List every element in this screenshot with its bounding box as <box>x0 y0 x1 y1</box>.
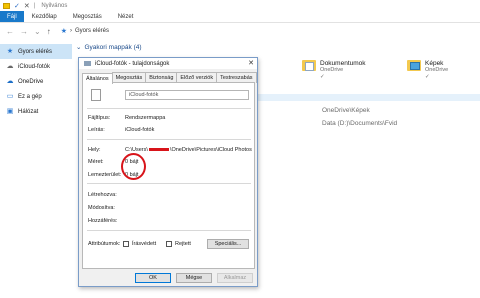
title-bar: ✓ ✕ | Nyilvános <box>0 0 480 11</box>
back-arrow-icon[interactable]: ← <box>6 27 14 36</box>
tab-share[interactable]: Megosztás <box>65 11 110 22</box>
onedrive-icon: ☁ <box>6 77 14 85</box>
accessed-label: Hozzáférés: <box>88 218 118 224</box>
tile-location: OneDrive <box>425 67 449 73</box>
up-arrow-icon[interactable]: ↑ <box>47 27 51 36</box>
window-title: Nyilvános <box>41 2 68 9</box>
hidden-label: Rejtett <box>175 241 191 247</box>
close-icon[interactable]: ✕ <box>248 59 254 67</box>
divider <box>87 108 251 109</box>
computer-icon: ▭ <box>6 92 14 100</box>
folder-name-field[interactable]: iCloud-fotók <box>125 90 249 100</box>
navigation-pane: ★ Gyors elérés ☁ iCloud-fotók ☁ OneDrive… <box>0 44 72 298</box>
hidden-checkbox[interactable] <box>166 241 172 247</box>
pin-icon: ✓ <box>320 74 325 80</box>
created-label: Létrehozva: <box>88 192 117 198</box>
sidebar-item-quick-access[interactable]: ★ Gyors elérés <box>0 44 72 59</box>
redaction-mark <box>148 148 169 152</box>
forward-arrow-icon[interactable]: → <box>20 27 28 36</box>
network-icon: ▣ <box>6 107 14 115</box>
dialog-title: iCloud-fotók - tulajdonságok <box>95 60 170 67</box>
sidebar-item-label: Ez a gép <box>18 93 42 100</box>
sidebar-item-icloud-photos[interactable]: ☁ iCloud-fotók <box>0 59 72 74</box>
description-label: Leírás: <box>88 127 105 133</box>
address-row: ← → ⌄ ↑ ★ › Gyors elérés <box>0 23 480 39</box>
location-value: C:\Users\ \OneDrive\Pictures\iCloud Photo… <box>125 147 252 153</box>
recent-path[interactable]: OneDrive\Képek <box>322 107 370 114</box>
location-suffix: \OneDrive\Pictures\iCloud Photos <box>169 147 252 153</box>
advanced-button[interactable]: Speciális... <box>207 239 249 249</box>
description-value: iCloud-fotók <box>125 127 155 133</box>
title-separator: | <box>33 2 36 9</box>
star-icon: ★ <box>6 47 14 55</box>
tab-view[interactable]: Nézet <box>110 11 142 22</box>
size-label: Méret: <box>88 159 104 165</box>
sidebar-item-label: Hálózat <box>18 108 39 115</box>
cancel-button[interactable]: Mégse <box>176 273 212 283</box>
tile-location: OneDrive <box>320 67 344 73</box>
apply-button[interactable]: Alkalmaz <box>217 273 253 283</box>
section-title: Gyakori mappák (4) <box>84 43 142 51</box>
divider <box>87 183 251 184</box>
recent-path[interactable]: Data (D:)\Documents\Fvid <box>322 120 397 127</box>
location-label: Hely: <box>88 147 101 153</box>
tile-name: Képek <box>425 60 444 67</box>
divider <box>87 230 251 231</box>
recent-files-header-bar <box>258 94 480 101</box>
frequent-folders-header[interactable]: ⌄ Gyakori mappák (4) <box>76 43 142 52</box>
sidebar-item-network[interactable]: ▣ Hálózat <box>0 104 72 119</box>
disk-size-label: Lemezterület: <box>88 172 122 178</box>
documents-folder-icon <box>302 60 316 71</box>
properties-quick-icon[interactable]: ✓ <box>14 2 20 10</box>
delete-quick-icon[interactable]: ✕ <box>24 2 30 10</box>
highlight-circle <box>121 153 146 180</box>
dialog-title-bar[interactable]: iCloud-fotók - tulajdonságok <box>79 58 257 69</box>
ok-button[interactable]: OK <box>135 273 171 283</box>
tab-home[interactable]: Kezdőlap <box>24 11 65 22</box>
pictures-folder-icon <box>407 60 421 71</box>
folder-tile-documents[interactable]: Dokumentumok OneDrive ✓ <box>302 60 366 81</box>
quick-access-icon: ★ <box>60 28 67 35</box>
recent-chevron-icon[interactable]: ⌄ <box>34 27 41 36</box>
attributes-label: Attribútumok: <box>88 241 121 247</box>
sidebar-item-this-pc[interactable]: ▭ Ez a gép <box>0 89 72 104</box>
sidebar-item-label: iCloud-fotók <box>18 63 51 70</box>
address-bar[interactable]: ★ › Gyors elérés <box>61 27 109 35</box>
modified-label: Módosítva: <box>88 205 115 211</box>
tab-file[interactable]: Fájl <box>0 11 24 22</box>
sidebar-item-label: OneDrive <box>18 78 44 85</box>
folder-icon <box>3 2 10 9</box>
location-prefix: C:\Users\ <box>125 147 148 153</box>
breadcrumb-sep: › <box>69 28 72 34</box>
pin-icon: ✓ <box>425 74 430 80</box>
readonly-checkbox[interactable] <box>123 241 129 247</box>
sidebar-item-label: Gyors elérés <box>18 48 53 55</box>
ribbon-tabs: Fájl Kezdőlap Megosztás Nézet <box>0 11 480 23</box>
folder-tile-pictures[interactable]: Képek OneDrive ✓ <box>407 60 448 81</box>
chevron-down-icon: ⌄ <box>76 44 82 51</box>
folder-type-icon <box>91 89 101 101</box>
properties-dialog: iCloud-fotók - tulajdonságok ✕ Általános… <box>78 57 258 287</box>
readonly-label: Írásvédett <box>132 241 157 247</box>
divider <box>87 139 251 140</box>
tile-name: Dokumentumok <box>320 60 366 67</box>
folder-icon <box>84 61 91 66</box>
cloud-icon: ☁ <box>6 62 14 70</box>
tab-general[interactable]: Általános <box>82 73 113 84</box>
type-label: Fájltípus: <box>88 115 111 121</box>
sidebar-item-onedrive[interactable]: ☁ OneDrive <box>0 74 72 89</box>
breadcrumb[interactable]: Gyors elérés <box>75 28 109 34</box>
type-value: Rendszermappa <box>125 115 166 121</box>
general-panel: iCloud-fotók Fájltípus: Rendszermappa Le… <box>82 82 255 269</box>
